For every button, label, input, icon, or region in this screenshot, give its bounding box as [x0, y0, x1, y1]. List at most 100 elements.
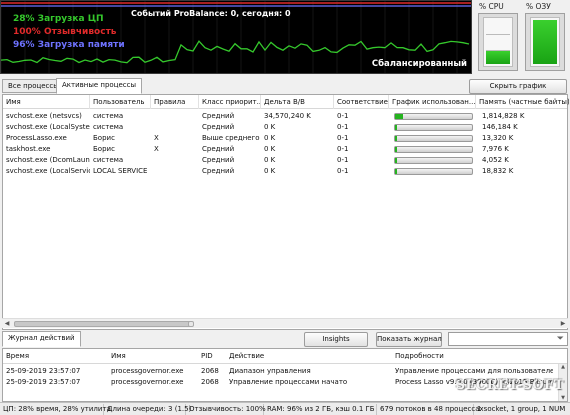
scroll-up-icon[interactable]: ▲ [559, 364, 567, 370]
process-table-header: Имя Пользователь Правила Класс приорит..… [3, 95, 569, 109]
scroll-down-icon[interactable]: ▼ [559, 395, 567, 401]
filter-icon[interactable]: ⏷ [557, 333, 564, 345]
process-user: система [93, 156, 124, 164]
process-row[interactable]: svchost.exe (LocalSyste... система Средний… [3, 122, 567, 133]
watermark-logo: SECRET-SOFT [455, 378, 564, 393]
scrollbar-thumb[interactable] [14, 321, 192, 327]
usage-bar [394, 157, 473, 164]
process-io-delta: 34,570,240 K [264, 112, 311, 120]
process-name: svchost.exe (LocalSyste... [6, 123, 90, 131]
process-user: система [93, 112, 124, 120]
process-name: taskhost.exe [6, 145, 51, 153]
log-column-action[interactable]: Действие [229, 351, 264, 362]
status-cpu: ЦП: 28% время, 28% утилита [0, 404, 111, 415]
log-row-details: Управление процессами для пользователей:… [395, 367, 553, 375]
status-sockets: 1 socket, 1 group, 1 NUM [477, 405, 566, 413]
scroll-right-icon[interactable]: ▶ [558, 319, 568, 329]
column-header-user[interactable]: Пользователь [90, 95, 151, 109]
log-row[interactable]: 25-09-2019 23:57:07 processgovernor.exe … [3, 366, 567, 377]
status-bar: ЦП: 28% время, 28% утилита Длина очереди… [0, 402, 570, 415]
column-header-rules[interactable]: Правила [151, 95, 199, 109]
process-row[interactable]: svchost.exe (netsvcs) система Средний 34,57… [3, 111, 567, 122]
hide-graph-button[interactable]: Скрыть график [469, 79, 567, 94]
process-memory: 1,814,828 K [482, 112, 525, 120]
log-filter-field[interactable]: ⏷ [448, 332, 568, 346]
process-priority: Средний [202, 145, 235, 153]
log-column-name[interactable]: Имя [111, 351, 126, 362]
log-column-time[interactable]: Время [6, 351, 29, 362]
horizontal-scrollbar[interactable]: ◀ ▶ [2, 318, 568, 328]
ram-meter-title: % ОЗУ [526, 2, 551, 11]
column-header-name[interactable]: Имя [3, 95, 90, 109]
process-io-delta: 0 K [264, 156, 276, 164]
process-io-delta: 0 K [264, 145, 276, 153]
log-filter-input[interactable] [449, 333, 553, 345]
process-memory: 13,320 K [482, 134, 514, 142]
cpu-meter: % CPU [476, 0, 521, 74]
log-column-pid[interactable]: PID [201, 351, 213, 362]
process-rules [151, 111, 199, 122]
show-log-button[interactable]: Показать журнал [376, 332, 442, 347]
process-row[interactable]: svchost.exe (LocalServic... LOCAL SERVICE… [3, 166, 567, 177]
process-io-delta: 0 K [264, 123, 276, 131]
log-row-pid: 2068 [201, 367, 219, 375]
process-affinity: 0-1 [337, 156, 349, 164]
usage-bar-fill [395, 125, 398, 130]
process-priority: Средний [202, 167, 235, 175]
process-table: Имя Пользователь Правила Класс приорит..… [2, 94, 569, 330]
process-memory: 18,832 K [482, 167, 514, 175]
log-row-time: 25-09-2019 23:57:07 [6, 367, 81, 375]
column-header-priority[interactable]: Класс приорит... [199, 95, 261, 109]
action-log-table: Время Имя PID Действие Подробности 25-09… [2, 348, 568, 402]
responsiveness-label: 100% Отзывчивость [13, 27, 117, 37]
process-affinity: 0-1 [337, 145, 349, 153]
process-row[interactable]: ProcessLasso.exe Борис X Выше среднего 0 K 0-… [3, 133, 567, 144]
log-row-pid: 2068 [201, 378, 219, 386]
status-responsiveness: Отзывчивость: 100% [186, 404, 266, 415]
cpu-meter-title: % CPU [479, 2, 504, 11]
process-priority: Средний [202, 156, 235, 164]
log-row-name: processgovernor.exe [111, 367, 184, 375]
log-column-details[interactable]: Подробности [395, 351, 444, 362]
process-rules: X [154, 134, 159, 142]
process-memory: 4,052 K [482, 156, 509, 164]
process-user: Борис [93, 145, 115, 153]
ram-meter-fill [533, 19, 557, 64]
usage-bar-fill [395, 147, 397, 152]
insights-button[interactable]: Insights [304, 332, 368, 347]
process-user: LOCAL SERVICE [93, 167, 148, 175]
memory-load-label: 96% Загрузка памяти [13, 40, 125, 50]
process-rules: X [154, 145, 159, 153]
process-affinity: 0-1 [337, 167, 349, 175]
process-io-delta: 0 K [264, 134, 276, 142]
tab-action-log[interactable]: Журнал действий [2, 331, 81, 347]
status-threads: 679 потоков в 48 процессах [377, 404, 484, 415]
column-header-memory[interactable]: Память (частные байты) [476, 95, 569, 109]
column-header-affinity[interactable]: Соответствие... [334, 95, 389, 109]
tab-active-processes[interactable]: Активные процессы [56, 78, 143, 94]
usage-bar-fill [395, 136, 397, 141]
process-memory: 146,184 K [482, 123, 518, 131]
usage-bar-fill [395, 114, 403, 119]
process-user: Борис [93, 134, 115, 142]
usage-bar-fill [395, 158, 397, 163]
usage-bar [394, 124, 473, 131]
process-affinity: 0-1 [337, 134, 349, 142]
scroll-left-icon[interactable]: ◀ [2, 319, 12, 329]
process-rules [151, 166, 199, 177]
process-row[interactable]: taskhost.exe Борис X Средний 0 K 0-1 7,976 K [3, 144, 567, 155]
status-ram: RAM: 96% из 2 ГБ, кэш 0.1 ГБ [264, 404, 377, 415]
usage-bar [394, 113, 473, 120]
log-row-action: Управление процессами начато [229, 378, 348, 386]
process-memory: 7,976 K [482, 145, 509, 153]
process-rules [151, 122, 199, 133]
column-header-io-delta[interactable]: Дельта В/В [261, 95, 334, 109]
process-name: svchost.exe (DcomLaun... [6, 156, 90, 164]
column-header-usage-graph[interactable]: График использован... [389, 95, 476, 109]
process-affinity: 0-1 [337, 123, 349, 131]
process-io-delta: 0 K [264, 167, 276, 175]
usage-bar [394, 146, 473, 153]
process-row[interactable]: svchost.exe (DcomLaun... система Средний 0 … [3, 155, 567, 166]
usage-bar [394, 168, 473, 175]
process-name: svchost.exe (LocalServic... [6, 167, 90, 175]
